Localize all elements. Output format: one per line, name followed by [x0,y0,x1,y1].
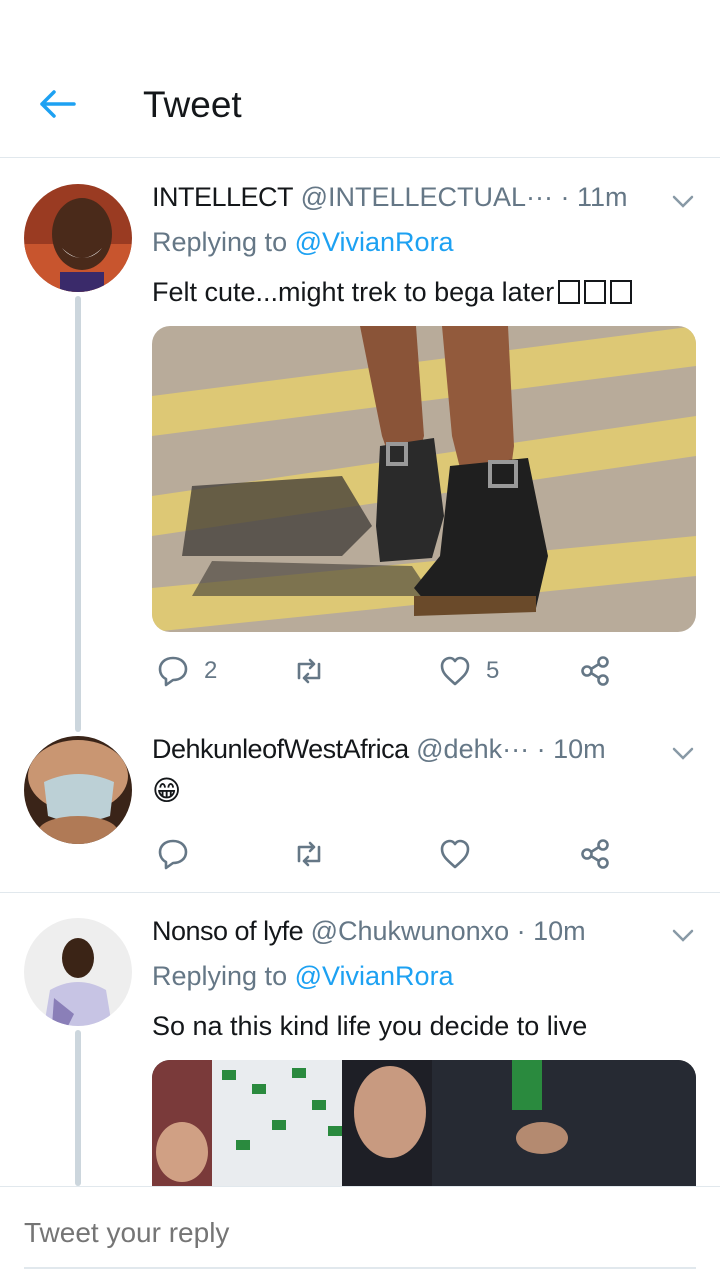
share-button[interactable] [578,834,612,874]
share-button[interactable] [578,651,612,691]
replying-to-link[interactable]: @VivianRora [295,227,454,257]
replying-to: Replying to @VivianRora [152,961,454,991]
retweet-icon [297,658,321,684]
top-bar: Tweet [0,0,720,158]
tweet-text: Felt cute...might trek to bega later [152,277,633,308]
heart-icon [440,656,470,686]
like-button[interactable] [438,834,486,874]
tweet-photo[interactable] [152,326,696,632]
thread-line [75,1030,81,1186]
tweet-text: 😁 [152,774,181,807]
tweet-2[interactable]: DehkunleofWestAfrica @dehk··· · 10m 😁 [0,712,720,892]
tweet-text: So na this kind life you decide to live [152,1011,588,1041]
tweet-header: Nonso of lyfe @Chukwunonxo · 10m [152,916,586,947]
author-name[interactable]: INTELLECT [152,182,294,212]
like-button[interactable]: 5 [438,651,499,691]
reply-icon [158,839,188,870]
timestamp: · 10m [536,734,606,764]
reply-button[interactable] [156,834,204,874]
tweet-actions: 2 5 [152,651,672,691]
reply-count: 2 [204,657,218,684]
like-count: 5 [486,657,500,684]
author-handle[interactable]: @Chukwunonxo [311,916,510,946]
replying-to-link[interactable]: @VivianRora [295,961,454,991]
heart-icon [440,839,470,869]
tweet-photo[interactable] [152,1060,696,1186]
author-name[interactable]: Nonso of lyfe [152,916,304,946]
page-title: Tweet [143,84,242,125]
tweet-3[interactable]: Nonso of lyfe @Chukwunonxo · 10m Replyin… [0,894,720,1186]
share-icon [581,839,609,869]
reply-button[interactable]: 2 [156,651,217,691]
avatar[interactable] [24,184,132,292]
emoji-placeholder-icon [584,280,607,304]
chevron-down-icon[interactable] [670,188,696,214]
share-icon [581,656,609,686]
retweet-icon [297,841,321,867]
tweet-actions [152,834,672,874]
avatar[interactable] [24,918,132,1026]
retweet-button[interactable] [292,834,340,874]
timestamp: · 11m [560,182,628,212]
emoji-placeholder-icon [610,280,633,304]
tweet-header: INTELLECT @INTELLECTUAL··· · 11m [152,182,628,213]
author-handle[interactable]: @dehk··· [416,734,529,764]
input-underline [24,1267,696,1269]
retweet-button[interactable] [292,651,340,691]
author-name[interactable]: DehkunleofWestAfrica [152,734,409,764]
back-arrow-icon[interactable] [36,82,80,126]
chevron-down-icon[interactable] [670,740,696,766]
thread-line [75,296,81,732]
emoji-placeholder-icon [558,280,581,304]
reply-composer [0,1186,720,1280]
divider [0,892,720,893]
timestamp: · 10m [516,916,586,946]
author-handle[interactable]: @INTELLECTUAL··· [301,182,553,212]
grinning-emoji-icon: 😁 [152,775,182,806]
replying-to: Replying to @VivianRora [152,227,454,257]
chevron-down-icon[interactable] [670,922,696,948]
reply-icon [158,656,188,687]
avatar[interactable] [24,736,132,844]
tweet-header: DehkunleofWestAfrica @dehk··· · 10m [152,734,606,765]
reply-input[interactable] [24,1217,694,1249]
